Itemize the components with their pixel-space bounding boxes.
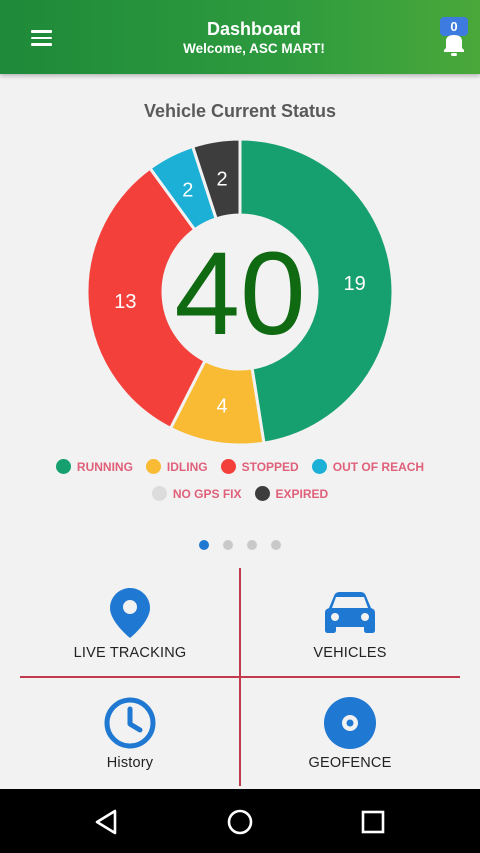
page-indicator bbox=[0, 540, 480, 550]
geofence-label: GEOFENCE bbox=[308, 755, 392, 771]
legend-swatch bbox=[55, 459, 71, 474]
slice-value-label: 13 bbox=[114, 291, 136, 313]
home-circle-icon bbox=[227, 809, 253, 835]
slice-value-label: 2 bbox=[216, 168, 227, 190]
legend-swatch bbox=[220, 459, 236, 474]
legend-label: EXPIRED bbox=[275, 486, 329, 501]
recents-square-icon bbox=[361, 810, 385, 834]
header-titles: Dashboard Welcome, ASC MART! bbox=[0, 18, 480, 57]
live-tracking-tile[interactable]: LIVE TRACKING bbox=[30, 578, 230, 683]
page-title: Dashboard bbox=[206, 19, 302, 39]
slice-value-label: 19 bbox=[344, 273, 366, 295]
app-bar: Dashboard Welcome, ASC MART! 0 bbox=[0, 0, 480, 74]
legend-item-running: RUNNING bbox=[55, 459, 133, 474]
page-dot-2[interactable] bbox=[223, 540, 233, 550]
bell-icon bbox=[444, 35, 464, 56]
back-triangle-icon bbox=[95, 809, 117, 835]
legend-item-out-of-reach: OUT OF REACH bbox=[311, 459, 425, 474]
chart-legend-row-1: RUNNING IDLING STOPPED OUT OF REACH bbox=[0, 459, 480, 474]
status-donut-chart[interactable]: 194132240 bbox=[0, 130, 480, 455]
legend-label: STOPPED bbox=[241, 459, 299, 474]
slice-value-label: 2 bbox=[182, 180, 193, 202]
nav-recents-button[interactable] bbox=[356, 805, 390, 839]
legend-label: NO GPS FIX bbox=[172, 486, 242, 501]
page-dot-4[interactable] bbox=[271, 540, 281, 550]
total-vehicles-count: 40 bbox=[174, 228, 305, 360]
nav-back-button[interactable] bbox=[90, 805, 124, 839]
system-nav-bar bbox=[0, 789, 480, 853]
legend-label: IDLING bbox=[166, 459, 208, 474]
clock-icon bbox=[104, 697, 156, 749]
geofence-icon bbox=[324, 697, 376, 749]
chart-legend-row-2: NO GPS FIX EXPIRED bbox=[0, 486, 480, 501]
legend-swatch bbox=[145, 459, 161, 474]
page-dot-3[interactable] bbox=[247, 540, 257, 550]
chart-title: Vehicle Current Status bbox=[143, 101, 337, 121]
slice-value-label: 4 bbox=[216, 396, 227, 418]
geofence-tile[interactable]: GEOFENCE bbox=[250, 688, 450, 793]
live-tracking-label: LIVE TRACKING bbox=[73, 645, 187, 661]
location-pin-icon bbox=[110, 588, 150, 638]
nav-home-button[interactable] bbox=[223, 805, 257, 839]
legend-item-idling: IDLING bbox=[145, 459, 208, 474]
welcome-text: Welcome, ASC MART! bbox=[183, 41, 325, 56]
legend-label: OUT OF REACH bbox=[332, 459, 425, 474]
car-icon bbox=[325, 592, 375, 633]
history-label: History bbox=[106, 755, 154, 771]
legend-item-no-gps-fix: NO GPS FIX bbox=[151, 486, 242, 501]
history-tile[interactable]: History bbox=[30, 688, 230, 793]
vehicles-tile[interactable]: VEHICLES bbox=[250, 578, 450, 683]
legend-label: RUNNING bbox=[76, 459, 133, 474]
notifications-button[interactable]: 0 bbox=[436, 16, 472, 60]
legend-swatch bbox=[254, 486, 270, 501]
legend-item-expired: EXPIRED bbox=[254, 486, 329, 501]
vehicles-label: VEHICLES bbox=[313, 645, 387, 661]
legend-swatch bbox=[311, 459, 327, 474]
legend-swatch bbox=[151, 486, 167, 501]
page-dot-1[interactable] bbox=[199, 540, 209, 550]
legend-item-stopped: STOPPED bbox=[220, 459, 299, 474]
